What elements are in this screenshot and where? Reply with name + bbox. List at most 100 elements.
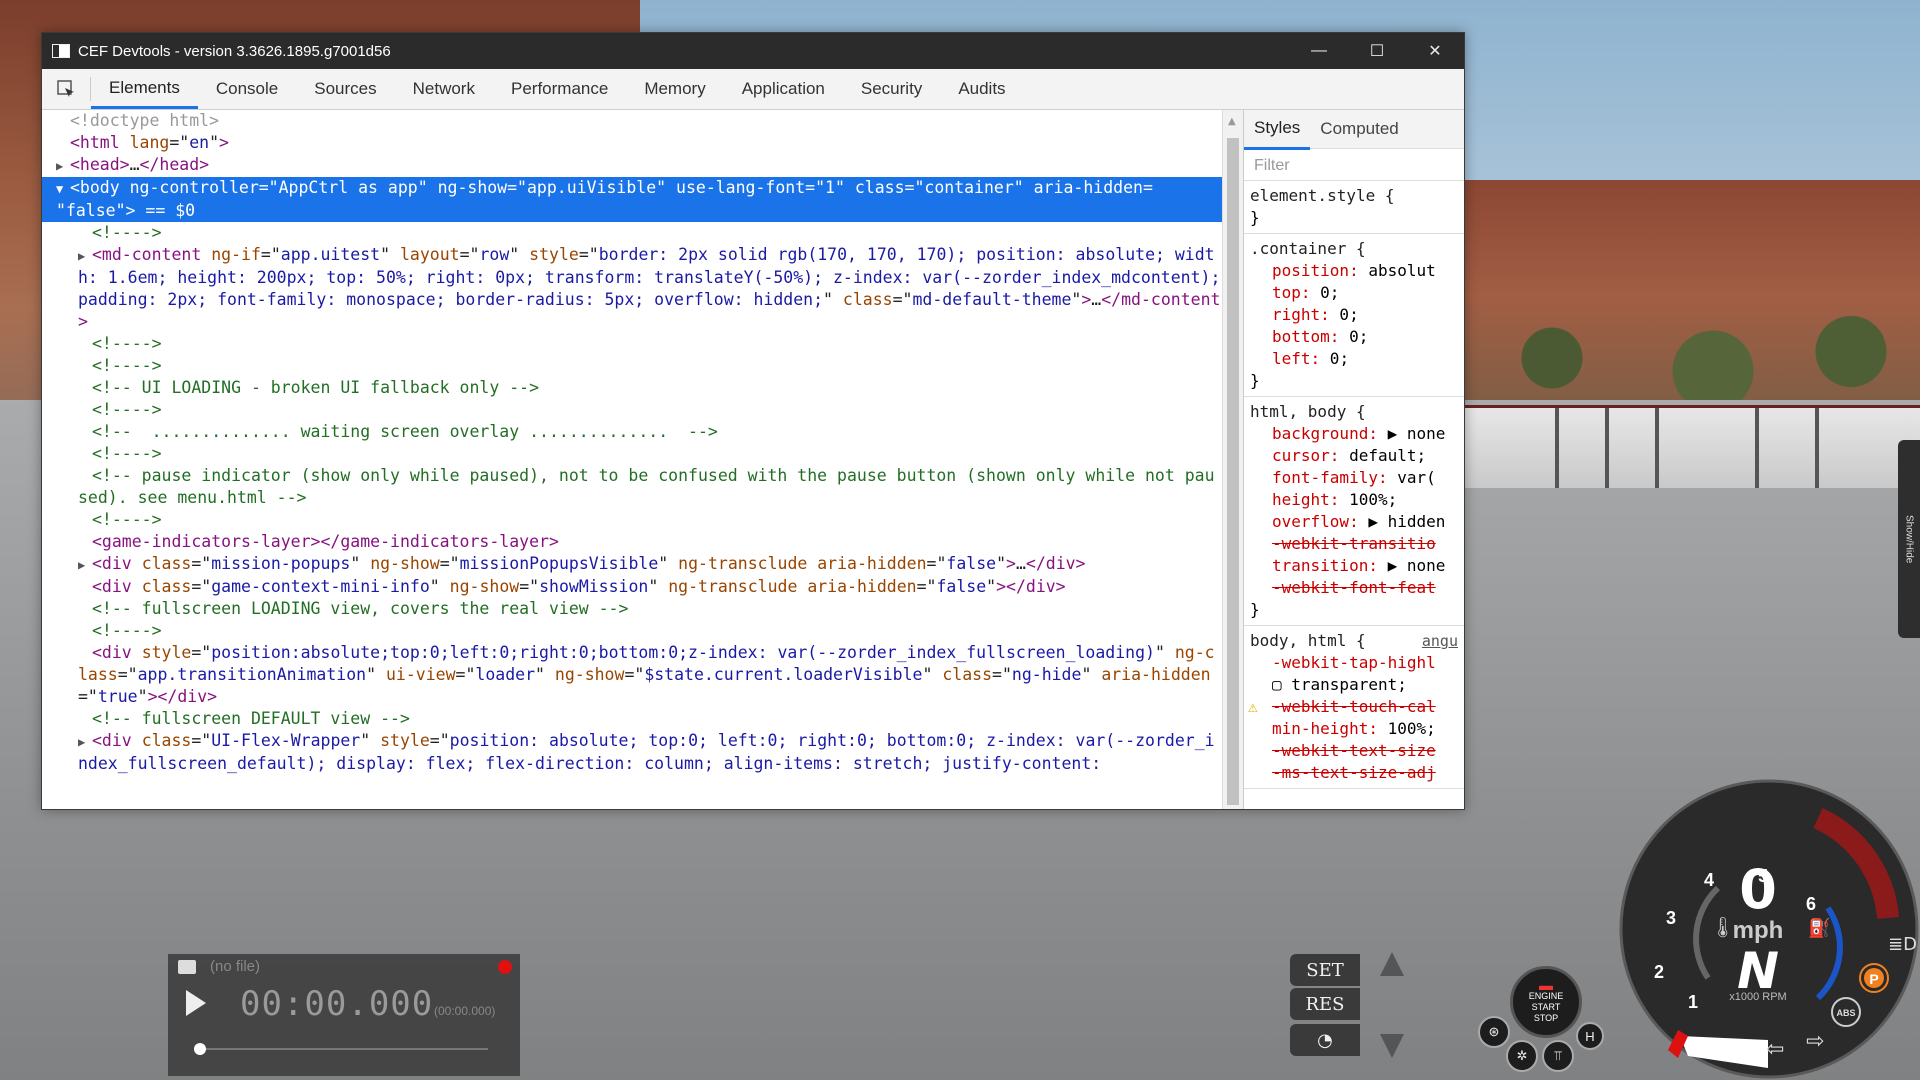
css-property-name: transition:	[1272, 556, 1378, 575]
css-property[interactable]: height: 100%;	[1250, 489, 1458, 511]
css-property[interactable]: bottom: 0;	[1250, 326, 1458, 348]
css-property[interactable]: font-family: var(	[1250, 467, 1458, 489]
tab-computed[interactable]: Computed	[1310, 110, 1408, 148]
trees	[1460, 280, 1920, 410]
dom-node[interactable]: ▶ <div class="mission-popups" ng-show="mi…	[42, 553, 1222, 576]
tab-styles[interactable]: Styles	[1244, 110, 1311, 150]
dom-node[interactable]: <!-- fullscreen LOADING view, covers the…	[42, 598, 1222, 620]
css-rule[interactable]: html, body {background: ▶ none cursor: de…	[1244, 397, 1464, 626]
css-property[interactable]: -ms-text-size-adj	[1250, 762, 1458, 784]
dom-node-text: <div class="game-context-mini-info" ng-s…	[92, 577, 1066, 596]
elements-scrollbar[interactable]: ▲	[1222, 110, 1243, 809]
close-button[interactable]: ✕	[1406, 41, 1464, 61]
css-rule-close: }	[1250, 371, 1260, 390]
inspect-element-icon[interactable]	[42, 77, 91, 101]
dom-node[interactable]: <game-indicators-layer></game-indicators…	[42, 531, 1222, 553]
css-property[interactable]: -webkit-tap-highl	[1250, 652, 1458, 674]
dom-node[interactable]: <!-- fullscreen DEFAULT view -->	[42, 708, 1222, 730]
dom-node[interactable]: <!---->	[42, 509, 1222, 531]
css-property[interactable]: right: 0;	[1250, 304, 1458, 326]
handbrake-icon[interactable]: H	[1576, 1022, 1604, 1050]
dom-node-text: <div class="mission-popups" ng-show="mis…	[92, 554, 1086, 573]
css-source-link[interactable]: angu	[1422, 630, 1458, 652]
dom-node[interactable]: <!---->	[42, 620, 1222, 642]
tab-elements[interactable]: Elements	[91, 69, 198, 109]
css-property[interactable]: cursor: default;	[1250, 445, 1458, 467]
warning-icon: ⚠	[1248, 697, 1258, 716]
cruise-res-button[interactable]: RES	[1290, 988, 1360, 1020]
dom-node[interactable]: <!---->	[42, 222, 1222, 244]
css-property[interactable]: top: 0;	[1250, 282, 1458, 304]
seek-bar[interactable]	[198, 1048, 488, 1050]
tab-memory[interactable]: Memory	[626, 69, 723, 109]
rpm-label: x1000 RPM	[1729, 991, 1786, 1003]
css-property-name: right:	[1272, 305, 1330, 324]
dom-node[interactable]: <!-- UI LOADING - broken UI fallback onl…	[42, 377, 1222, 399]
tab-security[interactable]: Security	[843, 69, 940, 109]
css-property[interactable]: ▢ transparent;	[1250, 674, 1458, 696]
dom-node[interactable]: <!---->	[42, 355, 1222, 377]
rpm-tick-label: 3	[1666, 908, 1676, 928]
steering-wheel-icon[interactable]: ⊛	[1478, 1016, 1510, 1048]
css-property[interactable]: transition: ▶ none	[1250, 555, 1458, 577]
folder-icon[interactable]	[178, 960, 196, 974]
css-property[interactable]: ⚠ -webkit-touch-cal	[1248, 696, 1458, 718]
dom-node[interactable]: <html lang="en">	[42, 132, 1222, 154]
css-rule[interactable]: element.style {}	[1244, 181, 1464, 234]
minimize-button[interactable]: —	[1290, 42, 1348, 60]
elements-tree[interactable]: <!doctype html> <html lang="en"> ▶ <head>…<…	[42, 110, 1222, 809]
cruise-speed-icon[interactable]: ◔	[1290, 1024, 1360, 1056]
cruise-up-icon[interactable]	[1380, 952, 1404, 976]
dom-node-text: <body ng-controller="AppCtrl as app" ng-…	[56, 178, 1153, 220]
dom-node-text: <!---->	[92, 334, 162, 353]
css-property[interactable]: position: absolut	[1250, 260, 1458, 282]
expand-triangle-icon[interactable]: ▶	[78, 731, 92, 753]
dom-node[interactable]: ▶ <head>…</head>	[42, 154, 1222, 177]
css-rule[interactable]: body, html {angu -webkit-tap-highl ▢ tran…	[1244, 626, 1464, 789]
gearbox-icon[interactable]: ⫪	[1542, 1040, 1574, 1072]
dom-node[interactable]: <!-- .............. waiting screen overl…	[42, 421, 1222, 443]
dom-node[interactable]: ▶ <md-content ng-if="app.uitest" layout="…	[42, 244, 1222, 333]
css-property-name: bottom:	[1272, 327, 1340, 346]
maximize-button[interactable]: ☐	[1348, 41, 1406, 61]
scroll-up-icon[interactable]: ▲	[1228, 116, 1236, 127]
wheel-icon[interactable]: ✲	[1506, 1040, 1538, 1072]
css-property[interactable]: left: 0;	[1250, 348, 1458, 370]
css-property[interactable]: background: ▶ none	[1250, 423, 1458, 445]
expand-triangle-icon[interactable]: ▶	[78, 554, 92, 576]
tab-performance[interactable]: Performance	[493, 69, 626, 109]
dom-node[interactable]: <!---->	[42, 333, 1222, 355]
dom-node[interactable]: <!---->	[42, 399, 1222, 421]
css-property-name: -ms-text-size-adj	[1272, 763, 1436, 782]
tab-network[interactable]: Network	[395, 69, 493, 109]
css-property[interactable]: -webkit-transitio	[1250, 533, 1458, 555]
dom-node[interactable]: <!doctype html>	[42, 110, 1222, 132]
seek-knob[interactable]	[194, 1043, 206, 1055]
dom-node[interactable]: ▶ <div class="UI-Flex-Wrapper" style="pos…	[42, 730, 1222, 775]
css-property[interactable]: -webkit-text-size	[1250, 740, 1458, 762]
css-property[interactable]: min-height: 100%;	[1250, 718, 1458, 740]
tab-console[interactable]: Console	[198, 69, 296, 109]
selected-dom-node[interactable]: ▼ <body ng-controller="AppCtrl as app" ng…	[42, 177, 1222, 222]
cruise-down-icon[interactable]	[1380, 1034, 1404, 1058]
css-property[interactable]: -webkit-font-feat	[1250, 577, 1458, 599]
play-button[interactable]	[186, 990, 206, 1016]
scroll-thumb[interactable]	[1227, 138, 1239, 805]
dom-node[interactable]: <!---->	[42, 443, 1222, 465]
css-rule[interactable]: .container {position: absolut top: 0; righ…	[1244, 234, 1464, 397]
expand-triangle-icon[interactable]: ▶	[56, 155, 70, 177]
styles-filter-input[interactable]: Filter	[1244, 149, 1464, 181]
tab-audits[interactable]: Audits	[940, 69, 1023, 109]
engine-start-button[interactable]: ▬ ENGINE START STOP	[1510, 966, 1582, 1038]
dom-node[interactable]: <div style="position:absolute;top:0;left…	[42, 642, 1222, 708]
show-hide-tab[interactable]: Show/Hide	[1898, 440, 1920, 638]
dom-node[interactable]: <div class="game-context-mini-info" ng-s…	[42, 576, 1222, 598]
tab-application[interactable]: Application	[724, 69, 843, 109]
tab-sources[interactable]: Sources	[296, 69, 394, 109]
title-bar[interactable]: CEF Devtools - version 3.3626.1895.g7001…	[42, 33, 1464, 69]
expand-triangle-icon[interactable]: ▼	[56, 178, 70, 200]
dom-node[interactable]: <!-- pause indicator (show only while pa…	[42, 465, 1222, 509]
expand-triangle-icon[interactable]: ▶	[78, 245, 92, 267]
cruise-set-button[interactable]: SET	[1290, 954, 1360, 986]
css-property[interactable]: overflow: ▶ hidden	[1250, 511, 1458, 533]
